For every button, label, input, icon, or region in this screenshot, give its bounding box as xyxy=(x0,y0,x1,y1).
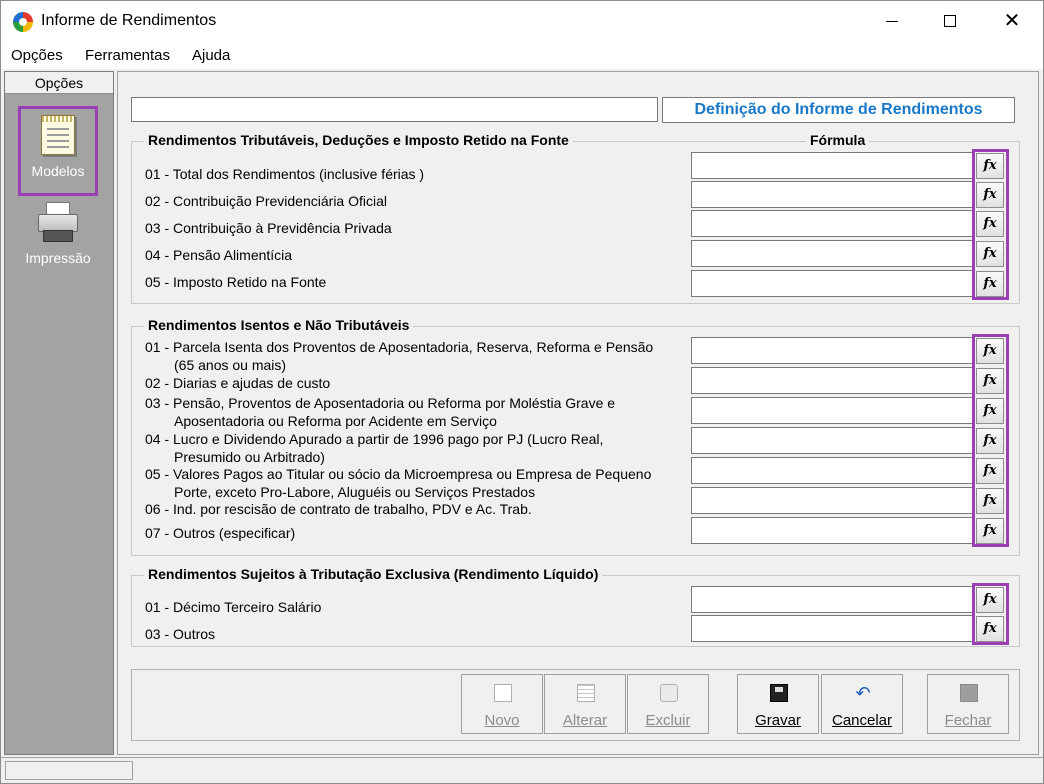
row-label: 03 - Outros xyxy=(145,626,216,642)
row-label: 03 - Contribuição à Previdência Privada xyxy=(145,220,392,236)
formula-input[interactable] xyxy=(691,487,974,514)
sidebar-item-impressao[interactable]: Impressão xyxy=(18,202,98,272)
menu-bar: Opções Ferramentas Ajuda xyxy=(1,41,1043,69)
row-label: 04 - Lucro e Dividendo Apurado a partir … xyxy=(145,431,604,447)
button-label: Cancelar xyxy=(831,712,893,729)
fechar-button[interactable]: Fechar xyxy=(927,674,1009,734)
formula-input[interactable] xyxy=(691,210,974,237)
cancelar-button[interactable]: ↶ Cancelar xyxy=(821,674,903,734)
formula-input[interactable] xyxy=(691,270,974,297)
maximize-icon xyxy=(944,15,956,27)
formula-input[interactable] xyxy=(691,397,974,424)
formula-input[interactable] xyxy=(691,427,974,454)
alterar-button[interactable]: Alterar xyxy=(544,674,626,734)
group-tributaveis: Rendimentos Tributáveis, Deduções e Impo… xyxy=(131,132,1020,304)
maximize-button[interactable] xyxy=(921,1,979,41)
group-exclusiva: Rendimentos Sujeitos à Tributação Exclus… xyxy=(131,566,1020,647)
row-label-continued: (65 anos ou mais) xyxy=(174,357,287,373)
formula-input[interactable] xyxy=(691,337,974,364)
row-label: 01 - Total dos Rendimentos (inclusive fé… xyxy=(145,166,425,182)
save-disk-icon xyxy=(770,684,788,702)
button-label: Excluir xyxy=(645,712,691,729)
window-title: Informe de Rendimentos xyxy=(41,12,217,29)
undo-arrow-icon: ↶ xyxy=(855,683,871,703)
fx-highlight-box xyxy=(972,149,1009,300)
menu-ferramentas[interactable]: Ferramentas xyxy=(85,47,170,64)
button-label: Gravar xyxy=(755,712,801,729)
novo-button[interactable]: Novo xyxy=(461,674,543,734)
sidebar-item-label: Impressão xyxy=(25,250,91,266)
group-title: Rendimentos Isentos e Não Tributáveis xyxy=(144,317,414,333)
app-window: Informe de Rendimentos ✕ Opções Ferramen… xyxy=(0,0,1044,784)
new-document-icon xyxy=(494,684,512,702)
minimize-icon xyxy=(886,20,898,22)
sidebar-item-modelos[interactable]: Modelos xyxy=(18,106,98,196)
excluir-button[interactable]: Excluir xyxy=(627,674,709,734)
sidebar-item-label: Modelos xyxy=(31,163,85,179)
button-label: Alterar xyxy=(562,712,608,729)
action-toolbar: Novo Alterar Excluir Gravar ↶ Cancelar F… xyxy=(131,669,1020,741)
formula-input[interactable] xyxy=(691,181,974,208)
menu-opcoes[interactable]: Opções xyxy=(11,47,63,64)
formula-input[interactable] xyxy=(691,586,974,613)
row-label: 01 - Parcela Isenta dos Proventos de Apo… xyxy=(145,339,654,355)
row-label: 01 - Décimo Terceiro Salário xyxy=(145,599,322,615)
fx-highlight-box xyxy=(972,583,1009,645)
minimize-button[interactable] xyxy=(863,1,921,41)
printer-icon xyxy=(38,202,78,244)
formula-input[interactable] xyxy=(691,457,974,484)
row-label: 04 - Pensão Alimentícia xyxy=(145,247,293,263)
button-label: Novo xyxy=(484,712,520,729)
row-label: 06 - Ind. por rescisão de contrato de tr… xyxy=(145,501,532,517)
formula-header: Fórmula xyxy=(806,132,870,148)
document-icon xyxy=(41,115,75,155)
sidebar: Opções Modelos Impressão xyxy=(4,71,114,755)
close-icon: ✕ xyxy=(1003,10,1021,32)
button-label: Fechar xyxy=(944,712,992,729)
formula-input[interactable] xyxy=(691,517,974,544)
close-window-button[interactable]: ✕ xyxy=(983,1,1041,41)
model-name-input[interactable] xyxy=(131,97,658,122)
group-title: Rendimentos Tributáveis, Deduções e Impo… xyxy=(144,132,573,148)
row-label: 03 - Pensão, Proventos de Aposentadoria … xyxy=(145,395,616,411)
exit-door-icon xyxy=(960,684,978,702)
formula-input[interactable] xyxy=(691,152,974,179)
row-label-continued: Porte, exceto Pro-Labore, Aluguéis ou Se… xyxy=(174,484,536,500)
row-label: 07 - Outros (especificar) xyxy=(145,525,296,541)
row-label: 05 - Valores Pagos ao Titular ou sócio d… xyxy=(145,466,652,482)
app-logo-icon xyxy=(13,12,33,32)
menu-ajuda[interactable]: Ajuda xyxy=(192,47,230,64)
row-label-continued: Presumido ou Arbitrado) xyxy=(174,449,325,465)
group-title: Rendimentos Sujeitos à Tributação Exclus… xyxy=(144,566,603,582)
row-label: 05 - Imposto Retido na Fonte xyxy=(145,274,327,290)
group-isentos: Rendimentos Isentos e Não Tributáveis 01… xyxy=(131,317,1020,556)
definition-title: Definição do Informe de Rendimentos xyxy=(662,97,1015,123)
status-panel xyxy=(5,761,133,780)
title-bar: Informe de Rendimentos ✕ xyxy=(1,1,1043,41)
formula-input[interactable] xyxy=(691,615,974,642)
row-label-continued: Aposentadoria ou Reforma por Acidente em… xyxy=(174,413,497,429)
main-panel: Definição do Informe de Rendimentos Rend… xyxy=(117,71,1039,755)
edit-document-icon xyxy=(577,684,595,702)
row-label: 02 - Diarias e ajudas de custo xyxy=(145,375,331,391)
row-label: 02 - Contribuição Previdenciária Oficial xyxy=(145,193,387,209)
fx-highlight-box xyxy=(972,334,1009,547)
formula-input[interactable] xyxy=(691,367,974,394)
gravar-button[interactable]: Gravar xyxy=(737,674,819,734)
status-bar xyxy=(1,757,1043,783)
sidebar-header: Opções xyxy=(5,72,113,94)
formula-input[interactable] xyxy=(691,240,974,267)
trash-icon xyxy=(660,684,678,702)
